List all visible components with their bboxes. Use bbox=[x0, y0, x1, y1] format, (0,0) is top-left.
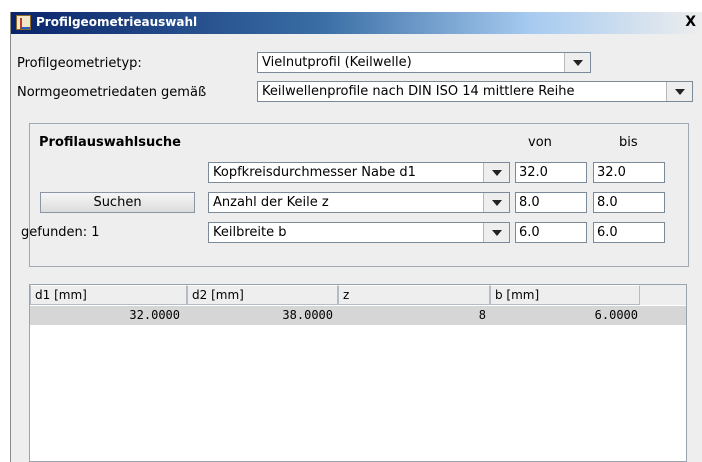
search-param-2-to-value: 8.0 bbox=[597, 195, 618, 210]
normdaten-label: Normgeometriedaten gemäß bbox=[17, 85, 207, 100]
table-row[interactable]: 32.0000 38.0000 8 6.0000 bbox=[30, 306, 686, 325]
search-param-3-from-input[interactable]: 6.0 bbox=[515, 222, 587, 243]
search-param-2-to-input[interactable]: 8.0 bbox=[593, 192, 665, 213]
search-param-2-value: Anzahl der Keile z bbox=[213, 195, 329, 210]
triangle-down-icon[interactable] bbox=[483, 163, 509, 182]
triangle-down-icon[interactable] bbox=[666, 82, 692, 101]
column-header-d1[interactable]: d1 [mm] bbox=[30, 285, 187, 305]
search-param-1-dropdown[interactable]: Kopfkreisdurchmesser Nabe d1 bbox=[208, 162, 510, 183]
cell-z: 8 bbox=[478, 308, 486, 322]
column-header-d2[interactable]: d2 [mm] bbox=[187, 285, 338, 305]
search-param-3-value: Keilbreite b bbox=[213, 225, 287, 240]
profile-geometry-dialog: Profilgeometrieauswahl X Profilgeometrie… bbox=[10, 12, 702, 462]
column-to-label: bis bbox=[619, 135, 638, 150]
cell-d1: 32.0000 bbox=[129, 308, 180, 322]
search-param-2-dropdown[interactable]: Anzahl der Keile z bbox=[208, 192, 510, 213]
found-count-label: gefunden: 1 bbox=[21, 225, 100, 240]
search-param-3-to-value: 6.0 bbox=[597, 225, 618, 240]
cell-d2: 38.0000 bbox=[282, 308, 333, 322]
triangle-down-icon[interactable] bbox=[483, 193, 509, 212]
column-header-b[interactable]: b [mm] bbox=[490, 285, 640, 305]
column-header-z[interactable]: z bbox=[338, 285, 490, 305]
search-panel-title: Profilauswahlsuche bbox=[39, 135, 181, 150]
profiltyp-value: Vielnutprofil (Keilwelle) bbox=[262, 55, 412, 70]
column-from-label: von bbox=[528, 135, 552, 150]
normdaten-dropdown[interactable]: Keilwellenprofile nach DIN ISO 14 mittle… bbox=[257, 81, 693, 102]
table-header: d1 [mm] d2 [mm] z b [mm] bbox=[30, 285, 686, 305]
close-button[interactable]: X bbox=[685, 14, 696, 30]
search-param-1-to-input[interactable]: 32.0 bbox=[593, 162, 665, 183]
search-param-1-from-input[interactable]: 32.0 bbox=[515, 162, 587, 183]
search-param-1-value: Kopfkreisdurchmesser Nabe d1 bbox=[213, 165, 416, 180]
search-param-3-to-input[interactable]: 6.0 bbox=[593, 222, 665, 243]
normdaten-value: Keilwellenprofile nach DIN ISO 14 mittle… bbox=[262, 84, 575, 99]
search-button[interactable]: Suchen bbox=[40, 192, 195, 213]
search-param-3-from-value: 6.0 bbox=[519, 225, 540, 240]
java-cup-icon bbox=[16, 15, 31, 30]
search-param-1-to-value: 32.0 bbox=[597, 165, 626, 180]
triangle-down-icon[interactable] bbox=[564, 53, 590, 72]
profiltyp-dropdown[interactable]: Vielnutprofil (Keilwelle) bbox=[257, 52, 591, 73]
triangle-down-icon[interactable] bbox=[483, 223, 509, 242]
search-param-1-from-value: 32.0 bbox=[519, 165, 548, 180]
window-title: Profilgeometrieauswahl bbox=[36, 15, 198, 29]
profiltyp-label: Profilgeometrietyp: bbox=[17, 56, 142, 71]
title-bar[interactable]: Profilgeometrieauswahl bbox=[11, 12, 702, 34]
search-param-2-from-value: 8.0 bbox=[519, 195, 540, 210]
results-table[interactable]: d1 [mm] d2 [mm] z b [mm] 32.0000 38.0000… bbox=[29, 284, 687, 462]
search-param-3-dropdown[interactable]: Keilbreite b bbox=[208, 222, 510, 243]
search-param-2-from-input[interactable]: 8.0 bbox=[515, 192, 587, 213]
profile-search-panel: Profilauswahlsuche von bis Kopfkreisdurc… bbox=[21, 123, 689, 267]
cell-b: 6.0000 bbox=[594, 308, 638, 322]
